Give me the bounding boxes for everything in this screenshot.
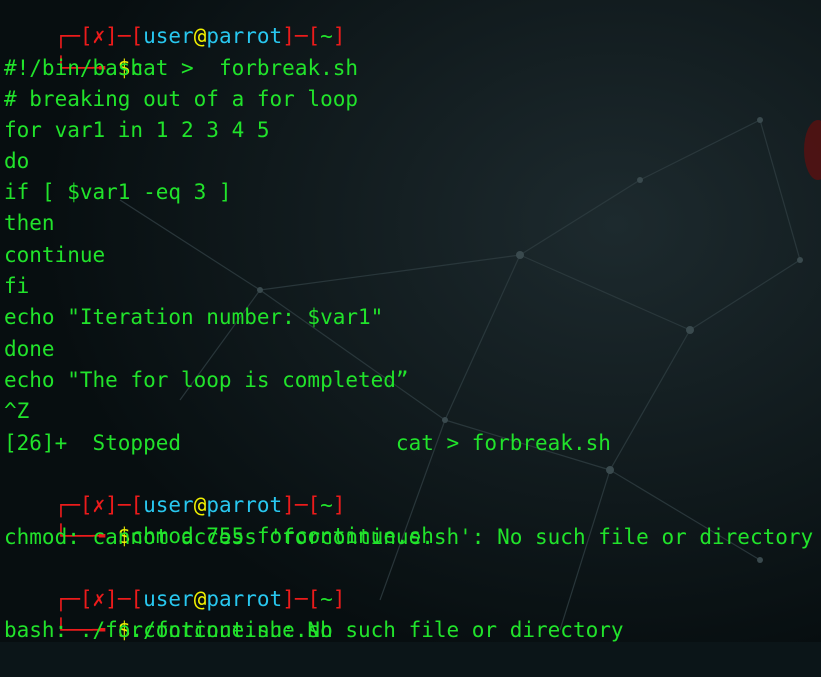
output-line: echo "The for loop is completed” [4,368,409,392]
output-line: continue [4,243,106,267]
prompt-header-1: ┌─[✗]─[user@parrot]─[~] [54,24,346,48]
output-line: for var1 in 1 2 3 4 5 [4,118,270,142]
prompt-header-2: ┌─[✗]─[user@parrot]─[~] [54,493,346,517]
output-line: then [4,211,55,235]
output-line: do [4,149,30,173]
output-line: # breaking out of a for loop [4,87,359,111]
output-line: ^Z [4,399,30,423]
error-line: bash: ./forcontinue.sh: No such file or … [4,618,624,642]
prompt-command-line-1: └──╼ $cat > forbreak.sh [54,56,359,80]
output-line: fi [4,274,30,298]
error-line: chmod: cannot access 'forcontinue.sh': N… [4,525,814,549]
prompt-header-3: ┌─[✗]─[user@parrot]─[~] [54,587,346,611]
prompt-command-line-3: └──╼ $./forcontinue.sh [54,618,333,642]
output-line: done [4,337,55,361]
command-text: cat > forbreak.sh [130,56,359,80]
output-line: if [ $var1 -eq 3 ] [4,180,232,204]
prompt-command-line-2: └──╼ $chmod 755 forcontinue.sh [54,524,434,548]
job-stopped-line: [26]+ Stopped cat > forbreak.sh [4,431,611,455]
output-line: echo "Iteration number: $var1" [4,305,384,329]
output-line: #!/bin/bash [4,56,144,80]
terminal-window[interactable]: ┌─[✗]─[user@parrot]─[~] └──╼ $cat > forb… [0,0,821,642]
